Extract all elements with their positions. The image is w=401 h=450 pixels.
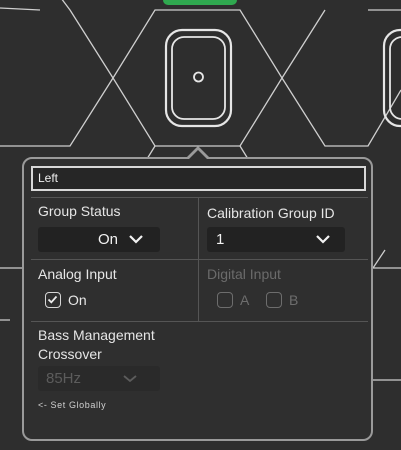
calibration-group-value: 1 [216, 231, 225, 248]
digital-b-checkbox[interactable] [266, 292, 282, 308]
section-divider [31, 197, 368, 198]
digital-input-label: Digital Input [207, 266, 281, 282]
crossover-select[interactable]: 85Hz [38, 366, 160, 391]
bass-management-label: Bass Management [38, 327, 155, 343]
section-divider [31, 259, 368, 260]
crossover-value: 85Hz [46, 370, 82, 387]
chevron-down-icon [123, 375, 137, 383]
chevron-down-icon [316, 235, 330, 244]
calibration-group-select[interactable]: 1 [207, 227, 345, 252]
section-divider [31, 321, 368, 322]
crossover-label: Crossover [38, 346, 102, 362]
left-speaker-icon[interactable] [163, 27, 234, 129]
chevron-down-icon [129, 235, 143, 244]
calibration-group-label: Calibration Group ID [207, 205, 335, 221]
group-status-value: On [97, 231, 118, 248]
checkmark-icon [47, 295, 58, 304]
group-status-label: Group Status [38, 203, 121, 219]
digital-a-checkbox[interactable] [217, 292, 233, 308]
right-speaker-icon[interactable] [381, 27, 401, 129]
digital-a-label: A [240, 292, 250, 308]
set-globally-link[interactable]: <- Set Globally [38, 400, 106, 410]
speaker-name-field[interactable]: Left [31, 166, 366, 191]
analog-on-label: On [68, 292, 87, 308]
popover-arrow-inner [189, 150, 207, 159]
group-status-select[interactable]: On [38, 227, 160, 252]
analog-on-checkbox[interactable] [45, 292, 61, 308]
selected-speaker-indicator [163, 0, 237, 5]
analog-input-label: Analog Input [38, 266, 117, 282]
digital-b-label: B [289, 292, 299, 308]
column-divider [198, 197, 199, 321]
